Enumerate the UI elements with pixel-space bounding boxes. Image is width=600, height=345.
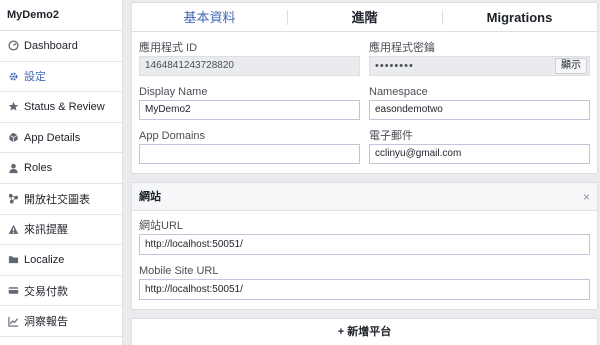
folder-icon <box>7 254 19 266</box>
alert-icon <box>7 223 19 235</box>
website-title: 網站 <box>139 191 161 203</box>
sidebar: MyDemo2 Dashboard 設定 Status & Review App… <box>0 0 123 345</box>
app-id-label: 應用程式 ID <box>139 42 198 54</box>
sidebar-item-settings[interactable]: 設定 <box>0 62 122 93</box>
display-name-field: Display Name MyDemo2 <box>139 85 360 120</box>
site-url-label: 網站URL <box>139 220 184 232</box>
site-url-field: 網站URL http://localhost:50051/ <box>139 219 590 255</box>
app-secret-input: •••••••• 顯示 <box>369 56 590 76</box>
cube-icon <box>7 132 19 144</box>
star-icon <box>7 101 19 113</box>
app-secret-label: 應用程式密鑰 <box>369 42 435 54</box>
mobile-site-url-input[interactable]: http://localhost:50051/ <box>139 279 590 300</box>
email-input[interactable]: cclinyu@gmail.com <box>369 144 590 164</box>
close-icon[interactable]: × <box>583 183 590 211</box>
sidebar-item-label: Dashboard <box>24 39 78 52</box>
sidebar-item-label: 開放社交圖表 <box>24 193 90 206</box>
chart-icon <box>7 315 19 327</box>
display-name-input[interactable]: MyDemo2 <box>139 100 360 120</box>
email-label: 電子郵件 <box>369 130 413 142</box>
email-field: 電子郵件 cclinyu@gmail.com <box>369 129 590 164</box>
sidebar-item-open-graph[interactable]: 開放社交圖表 <box>0 184 122 215</box>
sidebar-item-label: App Details <box>24 131 81 144</box>
add-platform-button[interactable]: + 新增平台 <box>131 318 598 345</box>
sidebar-item-insights[interactable]: 洞察報告 <box>0 306 122 337</box>
payment-icon <box>7 285 19 297</box>
app-id-field: 應用程式 ID 1464841243728820 <box>139 41 360 76</box>
display-name-label: Display Name <box>139 86 208 98</box>
sidebar-item-label: 來訊提醒 <box>24 224 68 237</box>
app-name[interactable]: MyDemo2 <box>0 0 122 31</box>
namespace-field: Namespace easondemotwo <box>369 85 590 120</box>
sidebar-item-label: Status & Review <box>24 100 105 113</box>
sidebar-item-label: Localize <box>24 253 65 266</box>
sidebar-item-status-review[interactable]: Status & Review <box>0 92 122 123</box>
app-secret-value: •••••••• <box>375 60 414 72</box>
sidebar-item-label: 交易付款 <box>24 285 68 298</box>
namespace-label: Namespace <box>369 86 428 98</box>
mobile-site-url-label: Mobile Site URL <box>139 265 219 277</box>
sidebar-item-localize[interactable]: Localize <box>0 245 122 276</box>
sidebar-item-alerts[interactable]: 來訊提醒 <box>0 215 122 246</box>
graph-icon <box>7 193 19 205</box>
dashboard-icon <box>7 40 19 52</box>
app-domains-field: App Domains <box>139 129 360 164</box>
website-header: 網站 × <box>132 183 597 211</box>
basic-settings-panel: 基本資料 進階 Migrations 應用程式 ID 1464841243728… <box>131 2 598 174</box>
mobile-site-url-field: Mobile Site URL http://localhost:50051/ <box>139 264 590 300</box>
tab-migrations[interactable]: Migrations <box>442 3 597 31</box>
sidebar-item-label: 設定 <box>24 71 46 84</box>
sidebar-item-roles[interactable]: Roles <box>0 153 122 184</box>
sidebar-item-dashboard[interactable]: Dashboard <box>0 31 122 62</box>
app-id-input: 1464841243728820 <box>139 56 360 76</box>
sidebar-item-payments[interactable]: 交易付款 <box>0 276 122 307</box>
sidebar-item-app-details[interactable]: App Details <box>0 123 122 154</box>
sidebar-item-label: 洞察報告 <box>24 316 68 329</box>
app-domains-label: App Domains <box>139 130 206 142</box>
sidebar-item-label: Roles <box>24 162 53 175</box>
namespace-input[interactable]: easondemotwo <box>369 100 590 120</box>
tab-basic[interactable]: 基本資料 <box>132 3 287 31</box>
add-platform-label: + 新增平台 <box>337 326 392 338</box>
settings-tabs: 基本資料 進階 Migrations <box>132 3 597 32</box>
app-secret-field: 應用程式密鑰 •••••••• 顯示 <box>369 41 590 76</box>
site-url-input[interactable]: http://localhost:50051/ <box>139 234 590 255</box>
app-domains-input[interactable] <box>139 144 360 164</box>
show-secret-button[interactable]: 顯示 <box>555 58 587 74</box>
website-panel: 網站 × 網站URL http://localhost:50051/ Mobil… <box>131 182 598 310</box>
tab-advanced[interactable]: 進階 <box>287 3 442 31</box>
person-icon <box>7 162 19 174</box>
gear-icon <box>7 70 19 82</box>
